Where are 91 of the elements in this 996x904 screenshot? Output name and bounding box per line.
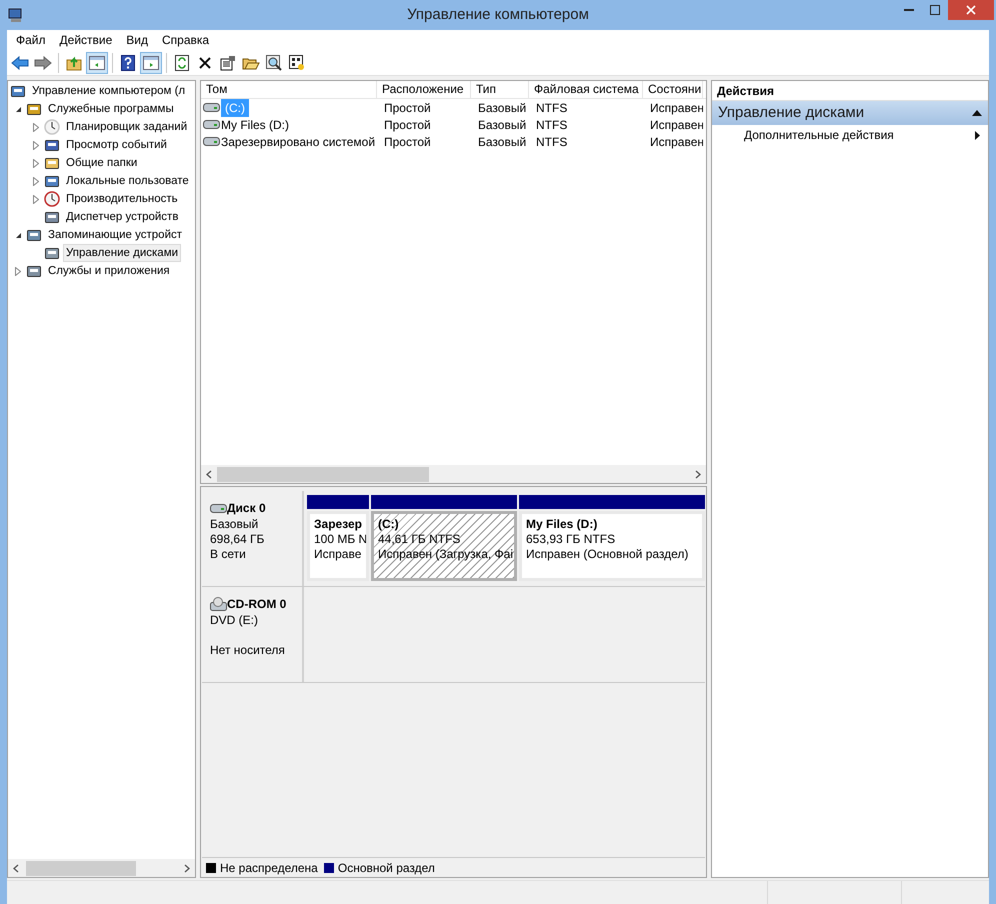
horizontal-scrollbar[interactable] bbox=[8, 859, 195, 877]
partition-bar bbox=[307, 495, 369, 509]
collapsed-triangle-icon[interactable] bbox=[33, 194, 39, 204]
computer-app-icon bbox=[8, 7, 24, 23]
disk-media-status: Нет носителя bbox=[210, 643, 286, 658]
expanded-triangle-icon[interactable] bbox=[14, 232, 22, 238]
action-item[interactable]: Дополнительные действия bbox=[712, 125, 988, 145]
cd-drive-icon bbox=[210, 597, 227, 611]
scroll-thumb[interactable] bbox=[217, 466, 429, 482]
disk-name: Диск 0 bbox=[227, 500, 266, 517]
table-cell-text: Простой bbox=[384, 100, 431, 116]
tree-item[interactable]: Службы и приложения bbox=[45, 262, 173, 280]
folder-up-icon bbox=[66, 54, 82, 70]
tree-item[interactable]: Производительность bbox=[63, 190, 181, 208]
open-folder-icon bbox=[242, 56, 260, 70]
properties-icon bbox=[220, 54, 236, 70]
table-cell-text: Исправен bbox=[650, 100, 703, 116]
close-button[interactable] bbox=[948, 0, 994, 20]
collapsed-triangle-icon[interactable] bbox=[33, 176, 39, 186]
partition-status: Исправен (Основной раздел) bbox=[526, 547, 690, 562]
table-cell[interactable]: My Files (D:) bbox=[221, 116, 289, 134]
column-header[interactable]: Том bbox=[201, 81, 377, 98]
table-cell-text: Исправен bbox=[650, 134, 703, 150]
menu-item[interactable]: Файл bbox=[9, 31, 53, 49]
tree-item[interactable]: Управление компьютером (л bbox=[29, 82, 188, 100]
tree-item[interactable]: Запоминающие устройст bbox=[45, 226, 186, 244]
horizontal-scrollbar[interactable] bbox=[201, 465, 706, 483]
column-header[interactable]: Файловая система bbox=[529, 81, 643, 98]
disk-info-text: В сети bbox=[210, 547, 247, 562]
column-header[interactable]: Расположение bbox=[377, 81, 471, 98]
close-icon bbox=[966, 5, 976, 15]
drive-icon bbox=[203, 103, 220, 112]
action-pane-icon bbox=[143, 56, 159, 70]
refresh-icon bbox=[175, 54, 189, 70]
legend-label: Основной раздел bbox=[338, 860, 435, 876]
legend-label: Не распределена bbox=[220, 860, 318, 876]
tree-pane-icon bbox=[89, 56, 105, 70]
column-header[interactable]: Тип bbox=[471, 81, 529, 98]
tree-item[interactable]: Общие папки bbox=[63, 154, 140, 172]
disk-info-text: DVD (E:) bbox=[210, 613, 259, 628]
table-cell-text: NTFS bbox=[536, 134, 568, 150]
collapse-up-icon bbox=[972, 110, 982, 116]
delete-icon bbox=[198, 56, 212, 70]
collapsed-triangle-icon[interactable] bbox=[33, 140, 39, 150]
menu-item[interactable]: Справка bbox=[155, 31, 216, 49]
partition-status: Исправе bbox=[314, 547, 362, 562]
table-cell-text: NTFS bbox=[536, 100, 568, 116]
help-icon bbox=[121, 54, 135, 70]
drive-icon bbox=[203, 120, 220, 129]
table-cell-text: NTFS bbox=[536, 116, 568, 134]
back-arrow-icon bbox=[11, 56, 29, 70]
disk-name: CD-ROM 0 bbox=[227, 596, 286, 613]
table-cell-text: Простой bbox=[384, 134, 431, 150]
expanded-triangle-icon[interactable] bbox=[14, 106, 22, 112]
collapsed-triangle-icon[interactable] bbox=[33, 122, 39, 132]
disk-info-text: Базовый bbox=[210, 517, 260, 532]
partition-size: 44,61 ГБ NTFS bbox=[378, 532, 462, 547]
partition-size: 653,93 ГБ NTFS bbox=[526, 532, 616, 547]
table-cell-text: Базовый bbox=[478, 134, 526, 150]
table-cell-text: Базовый bbox=[478, 100, 526, 116]
submenu-arrow-icon bbox=[975, 130, 980, 140]
maximize-icon bbox=[930, 5, 940, 15]
magnifier-icon bbox=[266, 54, 282, 70]
table-cell-text: Исправен bbox=[650, 116, 703, 134]
actions-section-header[interactable]: Управление дисками bbox=[712, 101, 988, 125]
collapsed-triangle-icon[interactable] bbox=[33, 158, 39, 168]
tree-item[interactable]: Служебные программы bbox=[45, 100, 177, 118]
disk-info-text: 698,64 ГБ bbox=[210, 532, 266, 547]
clock-icon bbox=[44, 119, 60, 135]
partition-status: Исправен (Загрузка, Фаі bbox=[378, 547, 510, 562]
table-cell-text: Простой bbox=[384, 116, 431, 134]
minimize-icon bbox=[904, 9, 914, 11]
window-title: Управление компьютером bbox=[407, 4, 589, 25]
menu-item[interactable]: Вид bbox=[119, 31, 155, 49]
tree-item[interactable]: Диспетчер устройств bbox=[63, 208, 182, 226]
partition-label: (C:) bbox=[378, 517, 400, 532]
column-header[interactable]: Состояни bbox=[643, 81, 703, 98]
tree-item[interactable]: Просмотр событий bbox=[63, 136, 170, 154]
scroll-thumb[interactable] bbox=[26, 860, 136, 876]
collapsed-triangle-icon[interactable] bbox=[15, 266, 21, 276]
wizard-icon bbox=[289, 54, 305, 70]
tree-item[interactable]: Управление дисками bbox=[63, 244, 182, 262]
partition-label: Зарезер bbox=[314, 517, 362, 532]
drive-icon bbox=[203, 137, 220, 146]
tree-item[interactable]: Локальные пользовате bbox=[63, 172, 192, 190]
table-cell-text: Базовый bbox=[478, 116, 526, 134]
menu-item[interactable]: Действие bbox=[52, 31, 120, 49]
partition-label: My Files (D:) bbox=[526, 517, 598, 532]
table-cell[interactable]: Зарезервировано системой bbox=[221, 132, 376, 150]
forward-arrow-icon bbox=[34, 56, 52, 70]
tree-item[interactable]: Планировщик заданий bbox=[63, 118, 190, 136]
